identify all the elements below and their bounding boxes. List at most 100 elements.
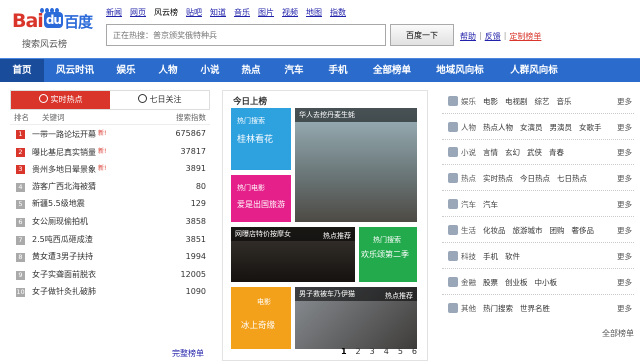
category-link[interactable]: 女歌手 xyxy=(579,122,602,133)
keyword-text[interactable]: 游客广西北海被猜 xyxy=(32,182,96,191)
tile-massage[interactable]: 网曝店特价按摩女 热点推荐 xyxy=(231,227,355,282)
search-input[interactable] xyxy=(107,25,385,45)
table-row[interactable]: 4 游客广西北海被猜 80 xyxy=(10,178,210,196)
top-nav-item[interactable]: 知道 xyxy=(210,7,226,18)
feedback-link[interactable]: 反馈 xyxy=(485,31,501,42)
baidu-logo[interactable]: Bai du 百度 搜索风云榜 xyxy=(12,8,102,50)
page-number[interactable]: 5 xyxy=(398,347,403,356)
category-link[interactable]: 电视剧 xyxy=(505,96,528,107)
keyword-cell[interactable]: 女子实聋面前脱衣 xyxy=(32,266,150,284)
category-link[interactable]: 奢侈品 xyxy=(572,225,595,236)
category-link[interactable]: 热点人物 xyxy=(483,122,513,133)
category-link[interactable]: 女演员 xyxy=(520,122,543,133)
keyword-cell[interactable]: 贵州多地日晕景象 新! xyxy=(32,160,150,178)
tile-guilin[interactable]: 热门搜索 桂林看花 xyxy=(231,108,291,170)
category-link[interactable]: 综艺 xyxy=(535,96,550,107)
table-row[interactable]: 8 黄女遭3男子扶持 1994 xyxy=(10,248,210,266)
help-link[interactable]: 帮助 xyxy=(460,31,476,42)
category-link[interactable]: 中小板 xyxy=(535,277,558,288)
category-link[interactable]: 武侠 xyxy=(527,147,542,158)
page-number[interactable]: 3 xyxy=(370,347,375,356)
category-link[interactable]: 男演员 xyxy=(550,122,573,133)
table-row[interactable]: 6 女公厕现偷拍机 3858 xyxy=(10,213,210,231)
table-row[interactable]: 3 贵州多地日晕景象 新! 3891 xyxy=(10,160,210,178)
page-number[interactable]: 1 xyxy=(341,347,347,356)
more-link[interactable]: 更多 xyxy=(617,122,632,133)
main-nav-item[interactable]: 人物 xyxy=(146,59,190,82)
main-nav-item[interactable]: 人群风向标 xyxy=(496,59,572,82)
category-link[interactable]: 热门搜索 xyxy=(483,303,513,314)
category-link[interactable]: 实时热点 xyxy=(483,173,513,184)
page-number[interactable]: 6 xyxy=(412,347,417,356)
keyword-text[interactable]: 一带一路论坛开幕 xyxy=(32,130,96,139)
page-number[interactable]: 4 xyxy=(384,347,389,356)
keyword-text[interactable]: 2.5吨西瓜砸成渣 xyxy=(32,235,93,244)
main-nav-item[interactable]: 热点 xyxy=(230,59,272,82)
tab-realtime-hot[interactable]: 实时热点 xyxy=(11,91,110,109)
category-label[interactable]: 汽车 xyxy=(461,199,483,210)
category-link[interactable]: 音乐 xyxy=(557,96,572,107)
keyword-cell[interactable]: 黄女遭3男子扶持 xyxy=(32,248,150,266)
category-link[interactable]: 手机 xyxy=(483,251,498,262)
all-lists-link[interactable]: 全部榜单 xyxy=(602,328,634,339)
category-link[interactable]: 化妆品 xyxy=(483,225,506,236)
keyword-cell[interactable]: 一带一路论坛开幕 新! xyxy=(32,125,150,143)
top-nav-item[interactable]: 网页 xyxy=(130,7,146,18)
category-label[interactable]: 热点 xyxy=(461,173,483,184)
more-link[interactable]: 更多 xyxy=(617,225,632,236)
search-button[interactable]: 百度一下 xyxy=(390,24,454,46)
search-box[interactable] xyxy=(106,24,386,46)
category-link[interactable]: 创业板 xyxy=(505,277,528,288)
keyword-cell[interactable]: 曝比基尼真实销量 新! xyxy=(32,143,150,161)
main-nav-item[interactable]: 首页 xyxy=(0,59,44,82)
top-nav-item[interactable]: 音乐 xyxy=(234,7,250,18)
category-label[interactable]: 人物 xyxy=(461,122,483,133)
table-row[interactable]: 2 曝比基尼真实销量 新! 37817 xyxy=(10,143,210,161)
more-link[interactable]: 更多 xyxy=(617,147,632,158)
page-number[interactable]: 2 xyxy=(356,347,361,356)
category-label[interactable]: 科技 xyxy=(461,251,483,262)
category-link[interactable]: 旅游城市 xyxy=(513,225,543,236)
category-label[interactable]: 其他 xyxy=(461,303,483,314)
top-nav-item[interactable]: 贴吧 xyxy=(186,7,202,18)
keyword-text[interactable]: 曝比基尼真实销量 xyxy=(32,148,96,157)
keyword-text[interactable]: 新疆5.5级地震 xyxy=(32,199,85,208)
more-link[interactable]: 更多 xyxy=(617,303,632,314)
top-nav-item[interactable]: 地图 xyxy=(306,7,322,18)
top-nav-item[interactable]: 指数 xyxy=(330,7,346,18)
more-link[interactable]: 更多 xyxy=(617,199,632,210)
top-nav-item[interactable]: 新闻 xyxy=(106,7,122,18)
more-link[interactable]: 更多 xyxy=(617,173,632,184)
table-row[interactable]: 10 女子做针灸扎破肺 1090 xyxy=(10,283,210,301)
tile-oysters[interactable]: 华人去挖丹麦生蚝 xyxy=(295,108,417,222)
tile-ode-to-joy[interactable]: 热门搜索 欢乐颂第二季 xyxy=(359,227,417,282)
main-nav-item[interactable]: 风云时讯 xyxy=(44,59,106,82)
category-link[interactable]: 今日热点 xyxy=(520,173,550,184)
tile-cat[interactable]: 男子救被车乃伊猫 热点推荐 xyxy=(295,287,417,349)
keyword-cell[interactable]: 新疆5.5级地震 xyxy=(32,195,150,213)
category-label[interactable]: 娱乐 xyxy=(461,96,483,107)
keyword-cell[interactable]: 女子做针灸扎破肺 xyxy=(32,283,150,301)
main-nav-item[interactable]: 汽车 xyxy=(272,59,316,82)
more-link[interactable]: 更多 xyxy=(617,251,632,262)
category-link[interactable]: 玄幻 xyxy=(505,147,520,158)
keyword-cell[interactable]: 2.5吨西瓜砸成渣 xyxy=(32,231,150,249)
category-link[interactable]: 言情 xyxy=(483,147,498,158)
category-label[interactable]: 生活 xyxy=(461,225,483,236)
full-list-link[interactable]: 完整榜单 xyxy=(172,348,204,359)
tile-travel[interactable]: 热门电影 爱是出国旅游 xyxy=(231,175,291,222)
category-link[interactable]: 七日热点 xyxy=(557,173,587,184)
keyword-cell[interactable]: 女公厕现偷拍机 xyxy=(32,213,150,231)
top-nav-item[interactable]: 风云榜 xyxy=(154,7,178,18)
tile-frozen[interactable]: 电影 冰上奇缘 xyxy=(231,287,291,349)
custom-list-link[interactable]: 定制榜单 xyxy=(509,31,541,42)
table-row[interactable]: 5 新疆5.5级地震 129 xyxy=(10,195,210,213)
top-nav-item[interactable]: 视频 xyxy=(282,7,298,18)
top-nav-item[interactable]: 图片 xyxy=(258,7,274,18)
table-row[interactable]: 7 2.5吨西瓜砸成渣 3851 xyxy=(10,231,210,249)
keyword-cell[interactable]: 游客广西北海被猜 xyxy=(32,178,150,196)
main-nav-item[interactable]: 手机 xyxy=(316,59,360,82)
keyword-text[interactable]: 女公厕现偷拍机 xyxy=(32,217,88,226)
tab-seven-day[interactable]: 七日关注 xyxy=(110,91,209,109)
table-row[interactable]: 1 一带一路论坛开幕 新! 675867 xyxy=(10,125,210,143)
